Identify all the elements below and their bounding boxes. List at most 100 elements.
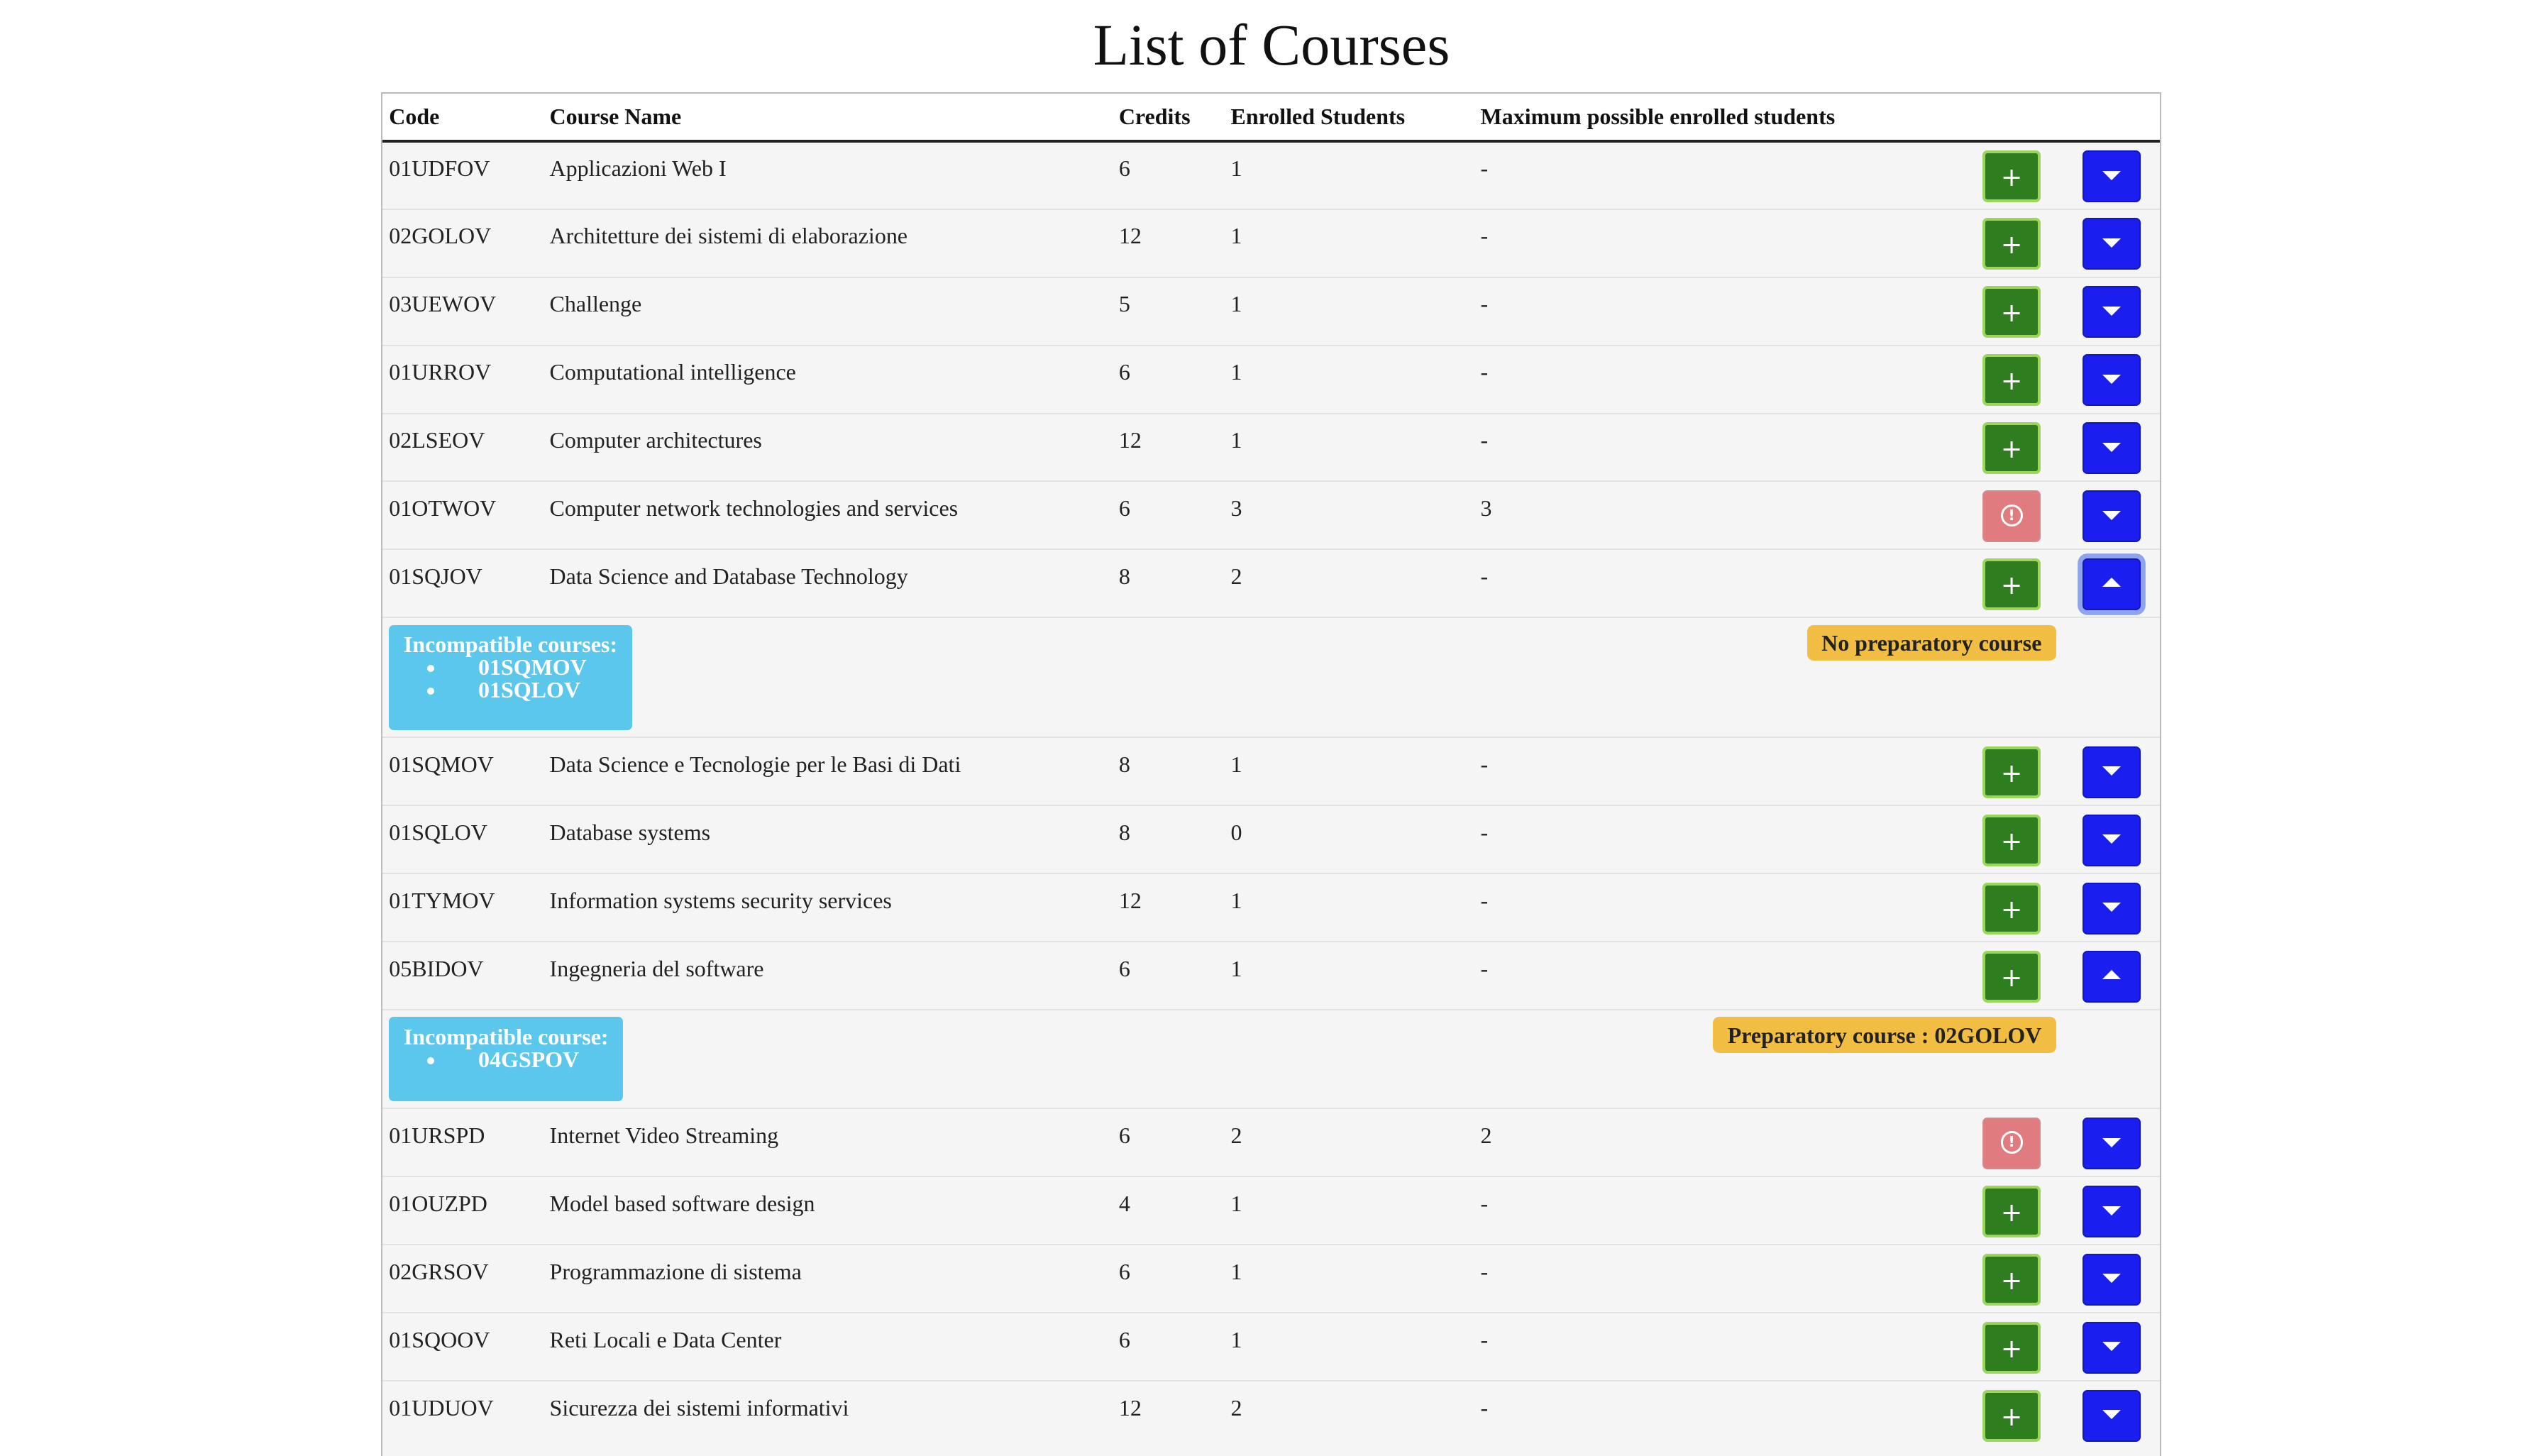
- plus-icon: +: [2000, 228, 2023, 260]
- caret-down-icon: [2102, 238, 2121, 248]
- plus-icon: +: [2000, 433, 2023, 464]
- course-name: Data Science e Tecnologie per le Basi di…: [543, 737, 1113, 806]
- add-course-button[interactable]: +: [1982, 1185, 2041, 1237]
- expand-details-button[interactable]: [2082, 746, 2141, 798]
- toggle-cell: [2063, 412, 2161, 482]
- caret-down-icon: [2102, 903, 2121, 912]
- course-code: 02LSEOV: [382, 412, 544, 482]
- incompatible-courses-badge: Incompatible course:04GSPOV: [389, 1017, 624, 1102]
- course-enrolled: 1: [1224, 412, 1474, 482]
- add-course-button[interactable]: +: [1982, 882, 2041, 934]
- action-cell: +: [1960, 941, 2063, 1010]
- caret-down-icon: [2102, 1274, 2121, 1283]
- expand-details-button[interactable]: [2082, 150, 2141, 203]
- header-toggle: [2063, 94, 2161, 143]
- add-course-button[interactable]: +: [1982, 217, 2041, 270]
- course-enrolled: 2: [1224, 1108, 1474, 1177]
- course-enrolled: 1: [1224, 1244, 1474, 1313]
- table-row: 03UEWOV Challenge 5 1- +: [382, 276, 2161, 346]
- toggle-cell: [2063, 276, 2161, 346]
- expand-details-button[interactable]: [2082, 882, 2141, 934]
- expand-details-button[interactable]: [2082, 285, 2141, 338]
- course-credits: 6: [1112, 941, 1225, 1010]
- caret-down-icon: [2102, 1410, 2121, 1419]
- add-course-button[interactable]: +: [1982, 558, 2041, 611]
- toggle-cell: [2063, 941, 2161, 1010]
- add-course-button[interactable]: +: [1982, 353, 2041, 407]
- course-max-enrolled: -: [1474, 140, 1961, 209]
- table-row: 01OUZPD Model based software design 4 1- +: [382, 1176, 2161, 1245]
- action-cell: +: [1960, 276, 2063, 346]
- expand-details-button[interactable]: [2082, 490, 2141, 543]
- caret-down-icon: [2102, 1206, 2121, 1215]
- expand-details-button[interactable]: [2082, 1117, 2141, 1169]
- course-credits: 8: [1112, 548, 1225, 618]
- plus-icon: +: [2000, 1333, 2023, 1364]
- course-name: Reti Locali e Data Center: [543, 1312, 1113, 1381]
- course-credits: 6: [1112, 480, 1225, 550]
- header-credits: Credits: [1112, 94, 1225, 143]
- plus-icon: +: [2000, 961, 2023, 993]
- expand-details-button[interactable]: [2082, 217, 2141, 270]
- action-cell: +: [1960, 412, 2063, 482]
- course-enrolled: 1: [1224, 1176, 1474, 1245]
- course-max-enrolled: -: [1474, 873, 1961, 942]
- incompatible-title: Incompatible course:: [403, 1023, 609, 1049]
- add-course-button[interactable]: +: [1982, 150, 2041, 203]
- toggle-cell: [2063, 805, 2161, 874]
- action-cell: +: [1960, 548, 2063, 618]
- add-course-button[interactable]: +: [1982, 421, 2041, 475]
- table-row: 05BIDOV Ingegneria del software 6 1- +: [382, 941, 2161, 1010]
- add-course-button[interactable]: +: [1982, 285, 2041, 338]
- incompatible-list: 01SQMOV01SQLOV: [404, 656, 617, 701]
- course-credits: 6: [1112, 344, 1225, 414]
- add-course-button[interactable]: +: [1982, 950, 2041, 1003]
- toggle-cell: [2063, 737, 2161, 806]
- course-full-button[interactable]: !: [1982, 1117, 2041, 1169]
- add-course-button[interactable]: +: [1982, 746, 2041, 798]
- caret-down-icon: [2102, 170, 2121, 180]
- action-cell: +: [1960, 1312, 2063, 1381]
- course-name: Applicazioni Web I: [543, 140, 1113, 209]
- add-course-button[interactable]: +: [1982, 1253, 2041, 1306]
- expand-details-button[interactable]: [2082, 1321, 2141, 1374]
- expand-details-button[interactable]: [2082, 421, 2141, 475]
- course-code: 01SQLOV: [382, 805, 544, 874]
- add-course-button[interactable]: +: [1982, 1321, 2041, 1374]
- table-row: 01UDUOV Sicurezza dei sistemi informativi…: [382, 1380, 2161, 1450]
- page-title: List of Courses: [1093, 12, 1450, 77]
- caret-down-icon: [2102, 306, 2121, 316]
- add-course-button[interactable]: +: [1982, 814, 2041, 866]
- toggle-cell: [2063, 548, 2161, 618]
- details-cell: Incompatible courses:01SQMOV01SQLOV No pr…: [382, 617, 2161, 738]
- action-cell: +: [1960, 805, 2063, 874]
- table-row: 01OTWOV Computer network technologies and…: [382, 480, 2161, 550]
- expand-details-button[interactable]: [2082, 1185, 2141, 1237]
- course-name: Architetture dei sistemi di elaborazione: [543, 208, 1113, 277]
- expand-details-button[interactable]: [2082, 353, 2141, 407]
- plus-icon: +: [2000, 569, 2023, 600]
- collapse-details-button[interactable]: [2082, 950, 2141, 1003]
- course-details-row: Incompatible courses:01SQMOV01SQLOV No pr…: [382, 617, 2161, 738]
- course-enrolled: 1: [1224, 344, 1474, 414]
- add-course-button[interactable]: +: [1982, 1389, 2041, 1442]
- course-credits: 4: [1112, 1176, 1225, 1245]
- caret-down-icon: [2102, 442, 2121, 452]
- course-full-button[interactable]: !: [1982, 490, 2041, 543]
- course-code: 01URSPD: [382, 1108, 544, 1177]
- table-body: 01UDFOV Applicazioni Web I 6 1- +02GOLOV Arch…: [382, 140, 2161, 1450]
- expand-details-button[interactable]: [2082, 814, 2141, 866]
- course-credits: 12: [1112, 208, 1225, 277]
- course-name: Sicurezza dei sistemi informativi: [543, 1380, 1113, 1450]
- course-max-enrolled: -: [1474, 1176, 1961, 1245]
- incompatible-course-item: 04GSPOV: [446, 1048, 608, 1071]
- page-root: List of Courses Code Course Name Credits…: [0, 0, 2543, 1456]
- table-row: 01SQOOV Reti Locali e Data Center 6 1- +: [382, 1312, 2161, 1381]
- expand-details-button[interactable]: [2082, 1389, 2141, 1442]
- expand-details-button[interactable]: [2082, 1253, 2141, 1306]
- course-max-enrolled: -: [1474, 1312, 1961, 1381]
- action-cell: +: [1960, 1244, 2063, 1313]
- courses-table-container: Code Course Name Credits Enrolled Studen…: [381, 92, 2162, 1456]
- toggle-cell: [2063, 344, 2161, 414]
- collapse-details-button[interactable]: [2082, 558, 2141, 611]
